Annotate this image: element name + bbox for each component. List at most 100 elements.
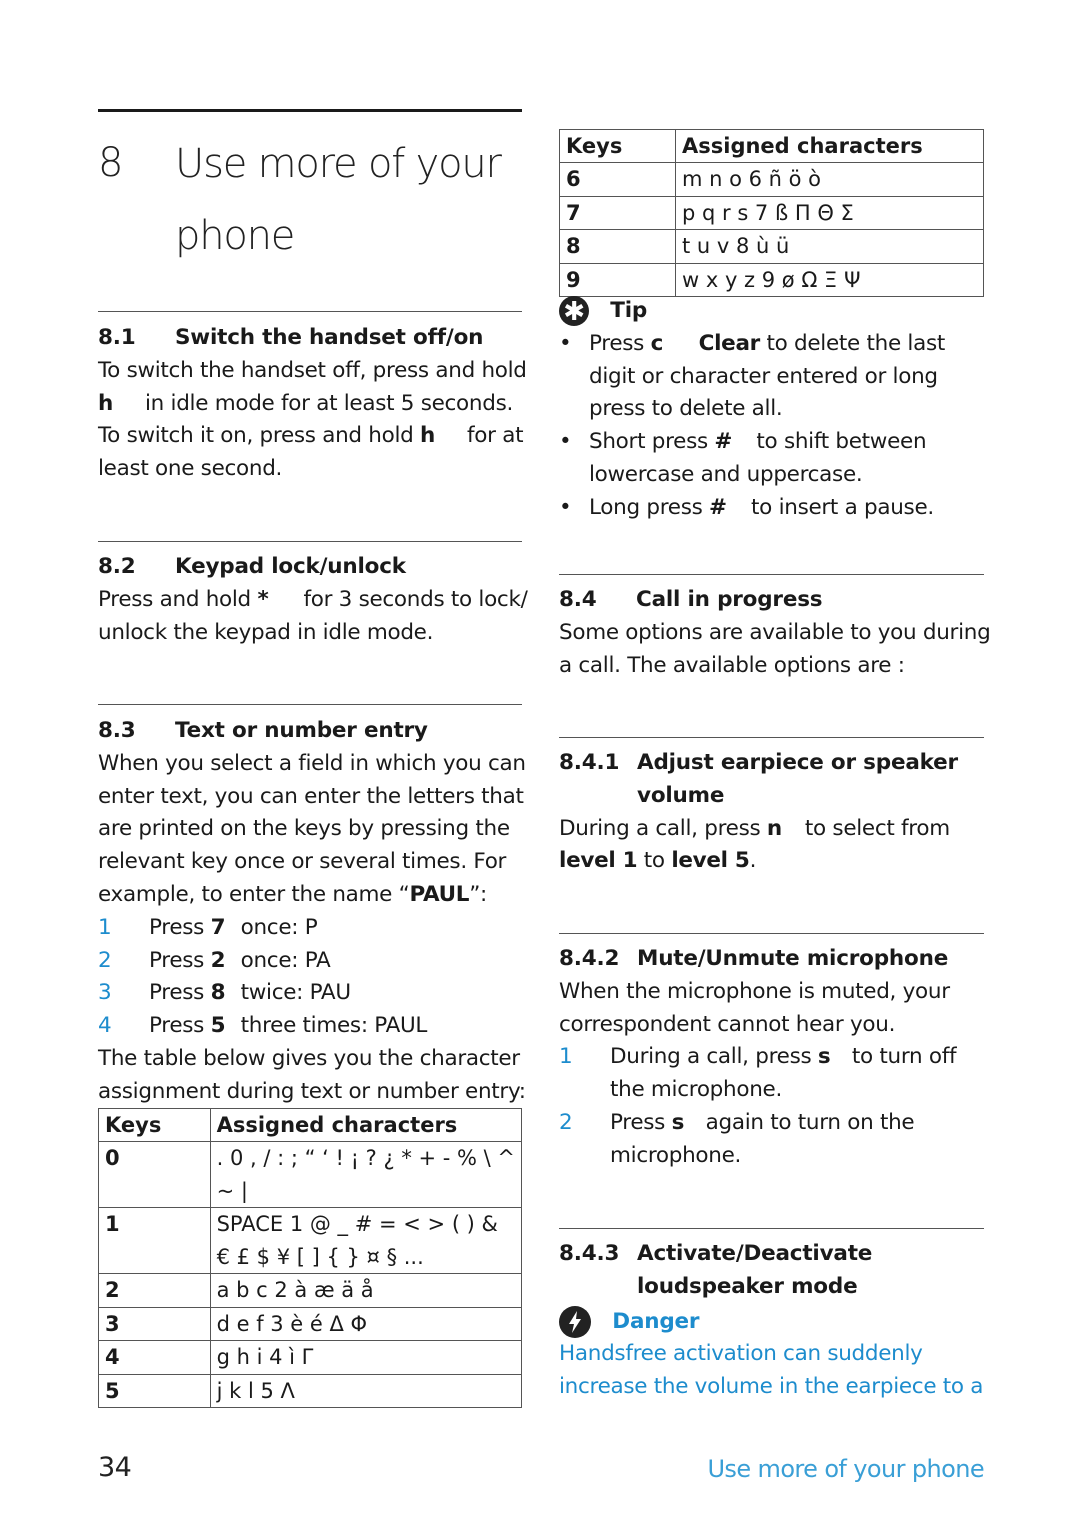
chars-cell: m n o 6 ñ ö ò [675, 162, 984, 197]
section-8-4-2: 8.4.2 Mute/Unmute microphone When the mic… [559, 943, 957, 1173]
lightning-icon [559, 1305, 591, 1338]
paragraph-line: To switch the handset off, press and hol… [98, 357, 527, 383]
paragraph-line: level 1 to level 5. [559, 848, 757, 874]
chars-cell: . 0 , / : ; “ ‘ ! ¡ ? ¿ * + - % \ ^ ~ | [209, 1141, 523, 1208]
step-item: 4 Press 5 three times: PAUL [98, 1013, 428, 1039]
section-8-4-3: 8.4.3 Activate/Deactivate loudspeaker mod… [559, 1238, 983, 1404]
paragraph-line: a call. The available options are : [559, 652, 905, 678]
key-glyph: h [98, 390, 114, 416]
step-item: 2 Press s again to turn on the [559, 1109, 915, 1135]
bullet-icon: • [559, 330, 572, 356]
paragraph-line: Press and hold * for 3 seconds to lock/ [98, 584, 528, 617]
paragraph-line: unlock the keypad in idle mode. [98, 619, 434, 645]
table-row: 6 m n o 6 ñ ö ò [559, 162, 984, 197]
table-row: 3 d e f 3 è é Δ Φ [98, 1306, 523, 1341]
section-8-4-3-rule [559, 1228, 984, 1229]
table-row: 1 SPACE 1 @ _ # = < > ( ) & € £ $ ¥ [ ] {… [98, 1207, 523, 1274]
page-number: 34 [98, 1452, 132, 1483]
section-8-1-rule [98, 311, 522, 312]
paragraph-line: Some options are available to you during [559, 619, 991, 645]
table-row: 7 p q r s 7 ß Π Θ Σ [559, 195, 984, 230]
section-8-4-1-rule [559, 737, 984, 738]
subsection-heading: 8.4.3 Activate/Deactivate [559, 1241, 873, 1266]
paragraph-line: example, to enter the name “PAUL”: [98, 881, 488, 907]
table-row: 5 j k l 5 Λ [98, 1373, 523, 1408]
subsection-heading-cont: loudspeaker mode [637, 1273, 858, 1299]
chapter-title: Use more of your phone [175, 128, 502, 272]
paragraph-line: are printed on the keys by pressing the [98, 816, 510, 842]
danger-text-line: increase the volume in the earpiece to a [559, 1374, 984, 1400]
table-row: 4 g h i 4 ì Γ [98, 1340, 523, 1375]
chars-cell: w x y z 9 ø Ω Ξ Ψ [675, 262, 984, 297]
section-heading: 8.4 Call in progress [559, 587, 823, 612]
key-cell: 6 [559, 162, 676, 197]
column-header-keys: Keys [98, 1108, 211, 1142]
table-row: 0 . 0 , / : ; “ ‘ ! ¡ ? ¿ * + - % \ ^ ~ | [98, 1141, 523, 1208]
chars-cell: d e f 3 è é Δ Φ [209, 1306, 523, 1341]
section-8-3-rule [98, 704, 522, 705]
paragraph-line: enter text, you can enter the letters th… [98, 783, 524, 809]
paragraph-line: When you select a field in which you can [98, 750, 526, 776]
key-cell: 8 [559, 229, 676, 264]
chars-cell: t u v 8 ù ü [675, 229, 984, 264]
chars-cell: a b c 2 à æ ä å [209, 1273, 523, 1308]
chapter-title-line1: Use more of your [175, 141, 502, 187]
column-header-chars: Assigned characters [675, 129, 984, 163]
paragraph-line: h in idle mode for at least 5 seconds. [98, 388, 527, 421]
footer-section-title: Use more of your phone [707, 1455, 984, 1483]
table-row: 8 t u v 8 ù ü [559, 229, 984, 264]
chapter-title-line2: phone [175, 213, 295, 259]
asterisk-icon: ✱ [559, 296, 589, 327]
bullet-icon: • [559, 494, 572, 520]
column-header-keys: Keys [559, 129, 676, 163]
table-row: 2 a b c 2 à æ ä å [98, 1273, 523, 1308]
key-cell: 2 [98, 1273, 211, 1308]
paragraph-line: To switch it on, press and hold h for at [98, 420, 527, 453]
chapter-number: 8 [98, 140, 123, 186]
paragraph-line: correspondent cannot hear you. [559, 1011, 896, 1037]
paragraph-line: During a call, press n to select from [559, 815, 950, 841]
key-cell: 3 [98, 1306, 211, 1341]
step-item-cont: microphone. [610, 1142, 742, 1168]
section-heading: 8.3 Text or number entry [98, 718, 428, 743]
step-item: 1 During a call, press s to turn off [559, 1044, 957, 1070]
step-item-cont: the microphone. [610, 1077, 782, 1103]
character-table-right: Keys Assigned characters 6 m n o 6 ñ ö ò… [559, 129, 984, 297]
subsection-heading: 8.4.2 Mute/Unmute microphone [559, 946, 949, 971]
step-item: 1 Press 7 once: P [98, 914, 318, 940]
chars-cell: g h i 4 ì Γ [209, 1340, 523, 1375]
section-8-4: 8.4 Call in progress Some options are ava… [559, 584, 991, 682]
key-cell: 4 [98, 1340, 211, 1375]
table-header: Keys Assigned characters [559, 129, 984, 163]
key-cell: 9 [559, 262, 676, 297]
danger-text-line: Handsfree activation can suddenly [559, 1341, 923, 1367]
section-8-1: 8.1 Switch the handset off/on To switch t… [98, 322, 527, 486]
section-8-2-rule [98, 541, 522, 542]
paragraph-line: least one second. [98, 456, 283, 482]
chapter-top-rule [98, 109, 522, 112]
tip-bullet-cont: digit or character entered or long [589, 363, 938, 389]
bullet-icon: • [559, 429, 572, 455]
chars-cell: SPACE 1 @ _ # = < > ( ) & € £ $ ¥ [ ] { }… [209, 1207, 523, 1274]
key-cell: 0 [98, 1141, 211, 1208]
key-glyph: * [257, 586, 269, 612]
character-table-left: Keys Assigned characters 0 . 0 , / : ; “… [98, 1108, 523, 1408]
subsection-heading: 8.4.1 Adjust earpiece or speaker [559, 750, 958, 775]
example-name: PAUL [409, 881, 470, 907]
section-8-3: 8.3 Text or number entry When you select … [98, 715, 526, 1109]
section-8-4-rule [559, 574, 984, 575]
section-8-4-2-rule [559, 933, 984, 934]
tip-bullet-cont: lowercase and uppercase. [589, 461, 863, 487]
key-cell: 7 [559, 195, 676, 230]
paragraph-line: relevant key once or several times. For [98, 849, 507, 875]
table-header: Keys Assigned characters [98, 1108, 523, 1142]
step-item: 2 Press 2 once: PA [98, 947, 331, 973]
section-8-4-1: 8.4.1 Adjust earpiece or speaker volume D… [559, 747, 958, 878]
section-heading: 8.1 Switch the handset off/on [98, 325, 484, 350]
step-item: 3 Press 8 twice: PAU [98, 980, 351, 1006]
section-heading: 8.2 Keypad lock/unlock [98, 554, 406, 579]
paragraph-line: The table below gives you the character [98, 1045, 520, 1071]
key-cell: 1 [98, 1207, 211, 1274]
tip-bullet: • Press c Clear to delete the last [559, 328, 984, 361]
tip-bullet: • Long press # to insert a pause. [559, 492, 984, 525]
